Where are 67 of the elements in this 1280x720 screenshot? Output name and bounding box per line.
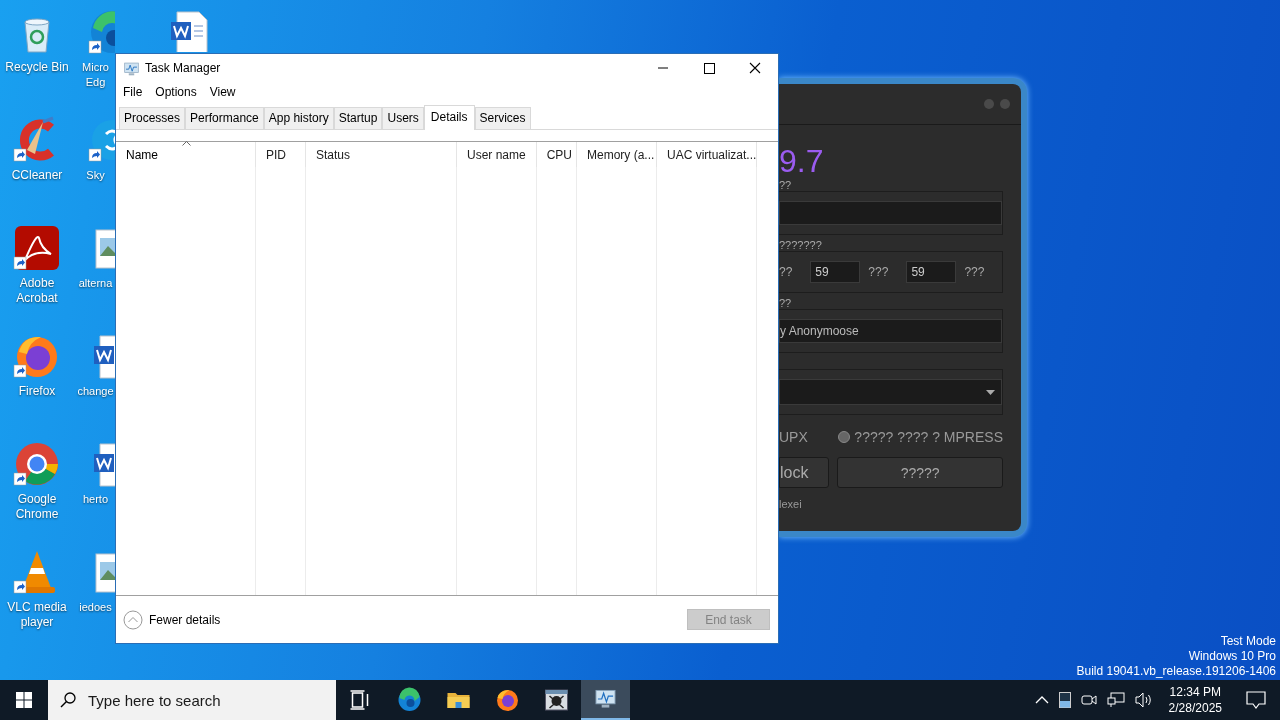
column-header[interactable]: Name (116, 142, 256, 167)
desktop-icon-label: Firefox (18, 384, 56, 399)
tab[interactable]: Processes (119, 107, 186, 129)
column-header[interactable]: User name (457, 142, 537, 167)
group-label: ?? (779, 297, 793, 309)
app-icon[interactable] (88, 8, 115, 56)
tab[interactable]: Startup (333, 107, 383, 129)
task-manager-icon (123, 60, 140, 76)
fewer-details-button[interactable]: Fewer details (123, 609, 221, 630)
minutes-field[interactable]: 59 (810, 261, 861, 283)
unit-label: ??? (964, 265, 985, 279)
column-header[interactable]: PID (256, 142, 306, 167)
volume-icon[interactable] (1134, 692, 1153, 708)
desktop-icon-label: Recycle Bin (5, 60, 69, 75)
path-field[interactable] (779, 201, 1002, 225)
chevron-up-icon (123, 609, 143, 630)
app-button[interactable]: ????? (837, 457, 1003, 488)
menu-item[interactable]: File (123, 85, 143, 99)
notification-icon[interactable] (1246, 691, 1266, 709)
tab[interactable]: Performance (185, 107, 264, 129)
credits-text: lexei (779, 498, 803, 510)
battery-icon[interactable] (1058, 692, 1071, 708)
radio-button[interactable] (838, 431, 851, 443)
desktop-icon-label: herto (82, 492, 109, 507)
column-header[interactable]: UAC virtualizat... (657, 142, 757, 167)
search-icon (60, 692, 76, 708)
menu-item[interactable]: Options (155, 85, 197, 99)
system-watermark-text: Test Mode (1220, 634, 1276, 649)
version-text: 9.7 (779, 143, 825, 179)
app-icon[interactable] (13, 440, 61, 488)
desktop-icon-label: Adobe Acrobat (16, 276, 58, 306)
app-icon[interactable] (13, 224, 61, 272)
column-header[interactable]: Status (306, 142, 457, 167)
task-manager-icon[interactable] (581, 680, 630, 720)
clock[interactable]: 12:34 PM 2/28/2025 (1168, 684, 1222, 716)
desktop-icon-label: alterna (78, 276, 113, 291)
author-field[interactable]: y Anonymoose (779, 319, 1002, 343)
tab[interactable]: Services (474, 107, 531, 129)
desktop-icon-label: Google Chrome (15, 492, 59, 522)
desktop-icon-label: iedoes (79, 600, 112, 615)
menu-item[interactable]: View (209, 85, 236, 99)
desktop-icon-label: VLC media player (7, 600, 67, 630)
system-watermark-text: Windows 10 Pro (1188, 649, 1276, 664)
chevron-up-icon[interactable] (1034, 695, 1049, 705)
search-field[interactable]: Type here to search (48, 680, 336, 720)
caret-icon (986, 389, 995, 395)
column-header[interactable]: Memory (a... (577, 142, 657, 167)
group-label: ??????? (779, 239, 823, 251)
app-button[interactable]: lock (779, 457, 830, 488)
tab[interactable]: Details (423, 105, 475, 130)
desktop-icon-label: CCleaner (11, 168, 63, 183)
network-icon[interactable] (1106, 692, 1125, 708)
window-title: Task Manager (145, 61, 222, 75)
unit-label: ??? (868, 265, 889, 279)
tab[interactable]: Users (382, 107, 424, 129)
packer-label: UPX (779, 429, 808, 445)
unit-label: ?? (779, 265, 793, 279)
camera-icon[interactable] (1080, 693, 1097, 707)
system-watermark-text: Build 19041.vb_release.191206-1406 (1076, 664, 1276, 679)
desktop-icon-label: Sky (86, 168, 105, 183)
desktop-icon-label: change (77, 384, 114, 399)
tab[interactable]: App history (263, 107, 334, 129)
group-label: ?? (779, 179, 793, 191)
radio-label: ????? ???? ? MPRESS (854, 429, 1003, 445)
desktop-icon-label: Micro Edg (82, 60, 109, 90)
column-header[interactable]: CPU (537, 142, 577, 167)
seconds-field[interactable]: 59 (906, 261, 957, 283)
